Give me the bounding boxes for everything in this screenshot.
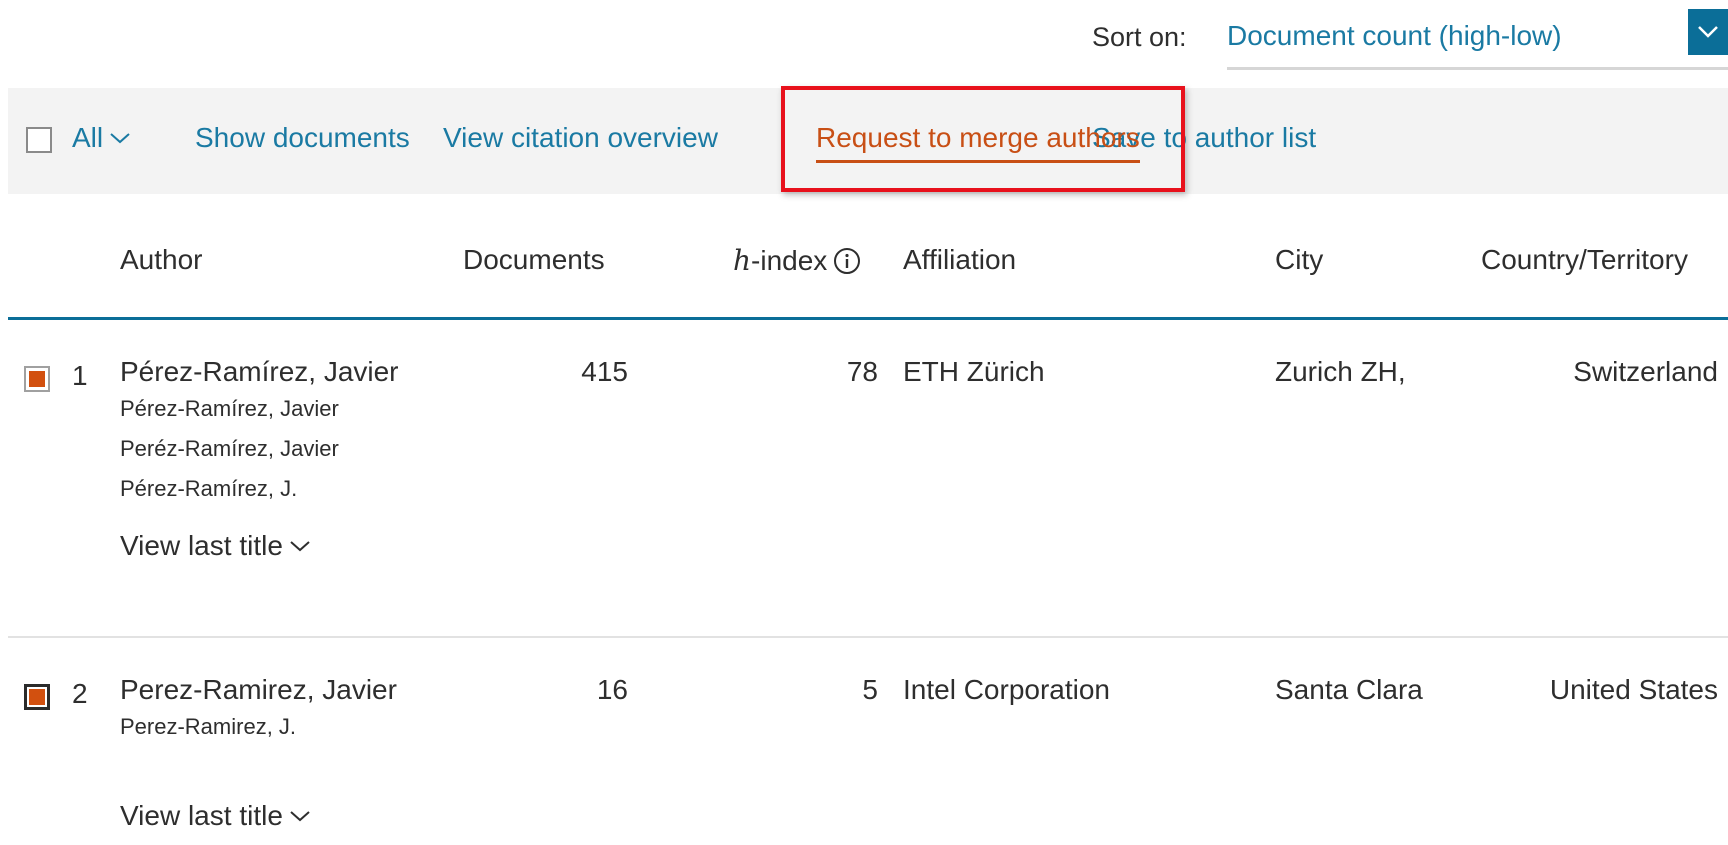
view-last-title-toggle[interactable]: View last title <box>120 530 311 562</box>
city-value: Zurich ZH, <box>1275 356 1406 387</box>
row-checkbox[interactable] <box>24 366 50 392</box>
header-affiliation[interactable]: Affiliation <box>903 244 1016 276</box>
row-checkbox[interactable] <box>24 684 50 710</box>
sort-bar: Sort on: Document count (high-low) <box>0 0 1728 80</box>
table-header: Author Documents h-index Affiliation Cit… <box>8 196 1728 320</box>
chevron-down-icon <box>1698 26 1718 38</box>
view-last-title-toggle[interactable]: View last title <box>120 800 311 832</box>
header-documents[interactable]: Documents <box>463 244 605 276</box>
country-value: United States <box>1549 674 1718 705</box>
name-variants: Perez-Ramirez, J. <box>120 707 296 747</box>
author-name-link[interactable]: Pérez-Ramírez, Javier <box>120 356 399 388</box>
affiliation-link[interactable]: Intel Corporation <box>903 674 1110 706</box>
chevron-down-icon <box>110 133 130 144</box>
sort-value[interactable]: Document count (high-low) <box>1227 20 1562 52</box>
header-h-index[interactable]: h-index <box>733 244 861 277</box>
chevron-down-icon <box>290 811 310 822</box>
documents-count[interactable]: 16 <box>528 674 628 706</box>
header-author[interactable]: Author <box>120 244 203 276</box>
select-all-dropdown[interactable]: All <box>72 122 131 154</box>
info-icon[interactable] <box>833 247 861 275</box>
documents-count[interactable]: 415 <box>528 356 628 388</box>
name-variants: Pérez-Ramírez, Javier Peréz-Ramírez, Jav… <box>120 389 339 509</box>
select-all-checkbox[interactable] <box>26 127 52 153</box>
row-number: 2 <box>72 678 88 709</box>
name-variant: Peréz-Ramírez, Javier <box>120 436 339 461</box>
h-index-prefix: h <box>733 244 752 277</box>
name-variant: Pérez-Ramírez, J. <box>120 476 298 501</box>
view-citation-overview-link[interactable]: View citation overview <box>443 122 718 154</box>
affiliation-link[interactable]: ETH Zürich <box>903 356 1045 388</box>
view-last-title-label: View last title <box>120 800 283 831</box>
sort-dropdown-button[interactable] <box>1688 9 1728 55</box>
country-value: Switzerland <box>1573 356 1718 387</box>
name-variant: Perez-Ramirez, J. <box>120 714 297 739</box>
view-last-title-label: View last title <box>120 530 283 561</box>
sort-select[interactable]: Document count (high-low) <box>1227 9 1728 70</box>
city-value: Santa Clara <box>1275 674 1423 705</box>
h-index-value: 5 <box>862 674 878 705</box>
table-row: 1 Pérez-Ramírez, Javier Pérez-Ramírez, J… <box>8 320 1728 638</box>
h-index-suffix: -index <box>751 245 828 276</box>
show-documents-link[interactable]: Show documents <box>195 122 410 154</box>
table-row: 2 Perez-Ramirez, Javier Perez-Ramirez, J… <box>8 638 1728 845</box>
header-country[interactable]: Country/Territory <box>1481 244 1688 276</box>
highlight-box <box>781 86 1185 192</box>
row-number: 1 <box>72 360 88 391</box>
author-name-link[interactable]: Perez-Ramirez, Javier <box>120 674 397 706</box>
h-index-value: 78 <box>846 356 878 387</box>
chevron-down-icon <box>290 541 310 552</box>
header-city[interactable]: City <box>1275 244 1323 276</box>
sort-label: Sort on: <box>1092 22 1187 52</box>
select-all-label: All <box>72 122 104 153</box>
name-variant: Pérez-Ramírez, Javier <box>120 396 339 421</box>
